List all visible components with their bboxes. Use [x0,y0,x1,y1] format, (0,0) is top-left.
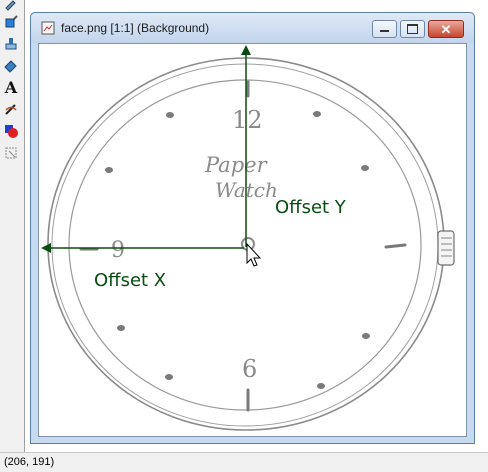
text-tool-glyph: A [4,77,18,97]
status-bar: (206, 191) [0,452,488,472]
image-window[interactable]: face.png [1:1] (Background) ✕ 12 9 6 Pap… [30,12,475,444]
eyedropper-tool-icon[interactable] [2,0,20,12]
window-titlebar[interactable]: face.png [1:1] (Background) ✕ [31,13,474,43]
minimize-icon [380,30,389,32]
eraser-icon[interactable] [2,56,20,74]
color-shape-icon[interactable] [2,122,20,140]
image-canvas[interactable]: 12 9 6 Paper Watch Offset X Offset Y [38,43,467,437]
offset-y-arrowhead [241,45,251,55]
maximize-icon [407,24,418,34]
document-icon [41,21,55,35]
offset-x-arrowhead [41,243,51,253]
offset-x-label: Offset X [94,270,167,291]
mouse-cursor-icon [246,242,262,267]
offset-arrows [41,45,262,267]
fill-bucket-icon[interactable] [2,12,20,30]
stamp-icon[interactable] [2,34,20,52]
window-title: face.png [1:1] (Background) [61,21,210,35]
minimize-button[interactable] [372,20,397,38]
cursor-coordinates: (206, 191) [4,456,55,468]
offset-y-label: Offset Y [275,197,346,218]
pen-icon[interactable] [2,100,20,118]
tool-strip: A [0,0,25,452]
close-icon: ✕ [440,21,452,37]
text-icon[interactable]: A [2,77,20,97]
maximize-button[interactable] [400,20,425,38]
close-button[interactable]: ✕ [428,20,464,38]
select-icon[interactable] [2,144,20,162]
